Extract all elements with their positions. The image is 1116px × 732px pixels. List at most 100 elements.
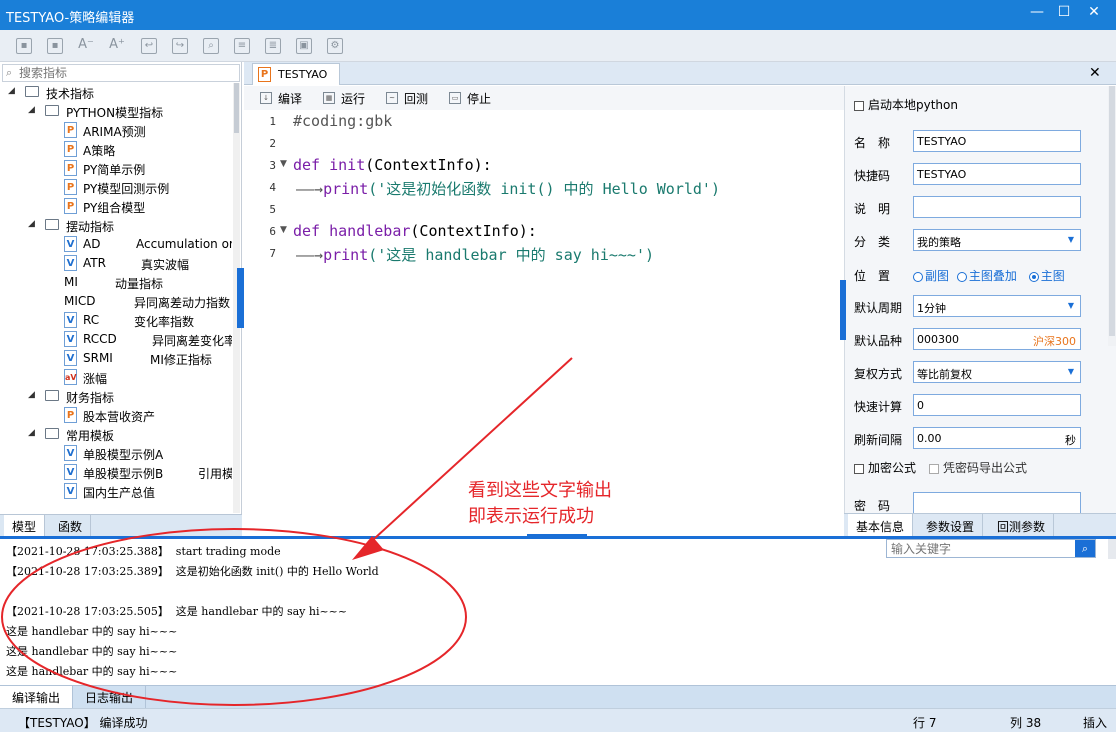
description-field[interactable] xyxy=(913,196,1081,218)
maximize-button[interactable]: ☐ xyxy=(1054,4,1074,24)
properties-scrollbar[interactable] xyxy=(1108,86,1116,346)
minimize-button[interactable]: — xyxy=(1027,4,1047,24)
tree-item[interactable]: P PY简单示例 xyxy=(0,159,232,178)
tree-item[interactable]: V 单股模型示例A xyxy=(0,444,232,463)
tree-item[interactable]: P 股本营收资产 xyxy=(0,406,232,425)
pwd-export-checkbox[interactable] xyxy=(929,463,939,474)
backtest-label: 回测 xyxy=(404,92,429,106)
quick-calc-field[interactable]: 0 xyxy=(913,394,1081,416)
tab-models[interactable]: 模型 xyxy=(4,515,46,536)
adjust-select[interactable]: 等比前复权 ▼ xyxy=(913,361,1081,383)
shortcut-field[interactable]: TESTYAO xyxy=(913,163,1081,185)
tree-label: RC xyxy=(83,313,100,327)
tree-item[interactable]: MI 动量指标 xyxy=(0,273,232,292)
tree-item[interactable]: P PY模型回测示例 xyxy=(0,178,232,197)
right-splitter-handle[interactable] xyxy=(840,280,846,340)
search-icon[interactable]: ⌕ xyxy=(1075,540,1095,557)
tab-functions[interactable]: 函数 xyxy=(50,515,92,536)
tree-label: MI xyxy=(64,275,78,289)
save-icon[interactable]: ▪ xyxy=(16,38,32,54)
tab-testyao[interactable]: P TESTYAO xyxy=(252,63,340,85)
tree-item[interactable]: P ARIMA预测 xyxy=(0,121,232,140)
indicator-search[interactable]: ⌕ xyxy=(2,64,240,82)
output-scrollbar[interactable] xyxy=(1108,539,1116,559)
close-window-button[interactable]: ✕ xyxy=(1084,4,1104,24)
formula-file-icon: aV xyxy=(64,369,77,385)
tree-item[interactable]: V ATR 真实波幅 xyxy=(0,254,232,273)
properties-scroll-thumb[interactable] xyxy=(1109,86,1115,336)
settings-icon[interactable]: ⚙ xyxy=(327,38,343,54)
fold-toggle-icon[interactable]: ▼ xyxy=(280,159,287,169)
folder-icon xyxy=(45,390,59,401)
tree-item[interactable]: V SRMI MI修正指标 xyxy=(0,349,232,368)
code-editor[interactable]: 1 2 3 4 5 6 7 ▼ ▼ #coding:gbk def init(C… xyxy=(244,110,844,536)
tab-log-output[interactable]: 日志输出 xyxy=(73,686,147,708)
tree-item[interactable]: P PY组合模型 xyxy=(0,197,232,216)
description-label: 说 明 xyxy=(854,202,891,216)
tree-scroll-thumb[interactable] xyxy=(234,83,239,133)
tab-basic-info[interactable]: 基本信息 xyxy=(848,514,914,536)
left-splitter-handle[interactable] xyxy=(237,268,244,328)
expand-arrow-icon[interactable]: ◢ xyxy=(28,429,36,438)
tree-item[interactable]: V RC 变化率指数 xyxy=(0,311,232,330)
tree-folder[interactable]: ◢ 财务指标 xyxy=(0,387,232,406)
font-increase-icon[interactable]: A⁺ xyxy=(109,38,125,54)
tree-folder[interactable]: ◢ 常用模板 xyxy=(0,425,232,444)
tree-folder[interactable]: ◢ 技术指标 xyxy=(0,83,232,102)
find-icon[interactable]: ⌕ xyxy=(203,38,219,54)
export-icon[interactable]: ↪ xyxy=(172,38,188,54)
symbol-field[interactable]: 000300 沪深300 xyxy=(913,328,1081,350)
expand-arrow-icon[interactable]: ◢ xyxy=(28,391,36,400)
encrypt-option[interactable]: 加密公式 xyxy=(854,459,916,476)
font-decrease-icon[interactable]: A⁻ xyxy=(78,38,94,54)
tree-label: RCCD xyxy=(83,332,117,346)
tree-item[interactable]: P A策略 xyxy=(0,140,232,159)
keyword-token: def xyxy=(293,156,321,174)
editor-toolbar: ↓ 编译 ▦ 运行 ~ 回测 ▭ 停止 xyxy=(244,86,844,110)
tree-item[interactable]: V 单股模型示例B 引用模 xyxy=(0,463,232,482)
tree-folder[interactable]: ◢ 摆动指标 xyxy=(0,216,232,235)
stop-label: 停止 xyxy=(467,92,492,106)
output-search[interactable]: ⌕ xyxy=(886,539,1096,558)
name-field[interactable]: TESTYAO xyxy=(913,130,1081,152)
tree-item[interactable]: MICD 异同离差动力指数 xyxy=(0,292,232,311)
tree-item[interactable]: V RCCD 异同离差变化率 xyxy=(0,330,232,349)
doc-icon[interactable]: ≡ xyxy=(234,38,250,54)
expand-arrow-icon[interactable]: ◢ xyxy=(8,87,16,96)
category-select[interactable]: 我的策略 ▼ xyxy=(913,229,1081,251)
log-line: 【2021-10-28 17:03:25.388】 start trading … xyxy=(6,545,281,558)
function-name-token: handlebar xyxy=(329,222,411,240)
params-token: (ContextInfo): xyxy=(365,156,492,174)
position-radio-main[interactable]: 主图 xyxy=(1028,269,1065,283)
builtin-token: print xyxy=(323,246,369,264)
tree-folder[interactable]: ◢ PYTHON模型指标 xyxy=(0,102,232,121)
start-local-python-checkbox[interactable] xyxy=(854,100,864,111)
line-number: 2 xyxy=(269,137,276,150)
output-search-input[interactable] xyxy=(891,541,1071,556)
tree-item[interactable]: V 国内生产总值 xyxy=(0,482,232,501)
refresh-field[interactable]: 0.00 秒 xyxy=(913,427,1081,449)
tab-compile-output[interactable]: 编译输出 xyxy=(0,686,74,708)
run-icon: ▦ xyxy=(323,92,335,104)
import-icon[interactable]: ↩ xyxy=(141,38,157,54)
doc-list-icon[interactable]: ≣ xyxy=(265,38,281,54)
period-select[interactable]: 1分钟 ▼ xyxy=(913,295,1081,317)
position-radio-overlay[interactable]: 主图叠加 xyxy=(956,269,1017,283)
expand-arrow-icon[interactable]: ◢ xyxy=(28,106,36,115)
tab-backtest-params[interactable]: 回测参数 xyxy=(989,514,1055,536)
tree-item[interactable]: aV 涨幅 xyxy=(0,368,232,387)
pwd-export-option[interactable]: 凭密码导出公式 xyxy=(929,459,1027,476)
tree-item[interactable]: V AD Accumulation or xyxy=(0,235,232,254)
close-tab-icon[interactable]: ✕ xyxy=(1089,65,1101,81)
tab-params[interactable]: 参数设置 xyxy=(918,514,984,536)
position-radio-subchart[interactable]: 副图 xyxy=(913,269,949,283)
indicator-search-input[interactable] xyxy=(19,66,229,80)
encrypt-checkbox[interactable] xyxy=(854,463,864,474)
save-as-icon[interactable]: ▪ xyxy=(47,38,63,54)
params-token: (ContextInfo): xyxy=(410,222,537,240)
expand-arrow-icon[interactable]: ◢ xyxy=(28,220,36,229)
start-local-python-option[interactable]: 启动本地python xyxy=(854,96,958,113)
password-field[interactable] xyxy=(913,492,1081,514)
image-icon[interactable]: ▣ xyxy=(296,38,312,54)
fold-toggle-icon[interactable]: ▼ xyxy=(280,225,287,235)
